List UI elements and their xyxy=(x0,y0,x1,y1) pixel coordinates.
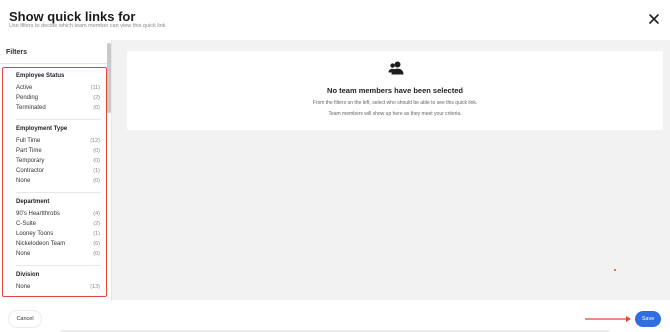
filter-option-label: Temporary xyxy=(16,158,45,164)
filter-group-title: Department xyxy=(16,199,50,205)
filter-option-count: (0) xyxy=(93,105,100,111)
filter-option-temporary[interactable]: Temporary (0) xyxy=(3,158,105,168)
filter-option-count: (12) xyxy=(90,138,100,144)
filter-group-title: Employment Type xyxy=(16,126,68,132)
filter-option-pending[interactable]: Pending (2) xyxy=(3,95,105,105)
save-button[interactable]: Save xyxy=(635,311,661,327)
annotation-dot xyxy=(614,269,616,271)
filter-option-contractor[interactable]: Contractor (1) xyxy=(3,168,105,178)
filter-option-label: C-Suite xyxy=(16,221,37,227)
filter-option-nickelodeon-team[interactable]: Nickelodeon Team (6) xyxy=(3,241,105,251)
filter-option-count: (0) xyxy=(93,148,100,154)
filter-option-none[interactable]: None (13) xyxy=(3,284,105,294)
filter-option-c-suite[interactable]: C-Suite (2) xyxy=(3,221,105,231)
filter-option-count: (4) xyxy=(93,211,100,217)
modal-title: Show quick links for xyxy=(9,9,136,24)
filter-group-title: Division xyxy=(16,272,40,278)
filter-option-count: (1) xyxy=(93,231,100,237)
filter-option-label: Contractor xyxy=(16,168,45,174)
modal-footer: Cancel Save xyxy=(0,300,670,332)
filter-option-terminated[interactable]: Terminated (0) xyxy=(3,105,105,115)
filter-option-count: (13) xyxy=(90,284,100,290)
filters-divider xyxy=(0,63,112,64)
close-button[interactable] xyxy=(648,13,660,25)
group-divider xyxy=(16,119,101,120)
sidebar-scrollbar[interactable] xyxy=(107,43,111,113)
modal-header: Show quick links for Use filters to deci… xyxy=(0,0,670,40)
filter-option-none[interactable]: None (0) xyxy=(3,251,105,261)
filter-option-count: (11) xyxy=(90,85,100,91)
empty-state-hint: Team members will show up here as they m… xyxy=(328,111,462,117)
filter-option-count: (1) xyxy=(93,168,100,174)
filter-option-count: (0) xyxy=(93,178,100,184)
filter-option-label: Active xyxy=(16,85,33,91)
selected-members-panel: No team members have been selected From … xyxy=(112,40,670,300)
filter-option-looney-toons[interactable]: Looney Toons (1) xyxy=(3,231,105,241)
filter-option-count: (0) xyxy=(93,251,100,257)
filter-option-label: None xyxy=(16,251,31,257)
filter-option-label: 90's Heartthrobs xyxy=(16,211,60,217)
filter-option-label: Part Time xyxy=(16,148,42,154)
filters-sidebar: Filters Employee Status Active (11) Pend… xyxy=(0,40,112,300)
modal-subtitle: Use filters to decide which team member … xyxy=(9,23,166,29)
filter-group-title: Employee Status xyxy=(16,73,65,79)
filter-option-part-time[interactable]: Part Time (0) xyxy=(3,148,105,158)
team-members-icon xyxy=(388,61,404,75)
filter-option-active[interactable]: Active (11) xyxy=(3,85,105,95)
filter-option-full-time[interactable]: Full Time (12) xyxy=(3,138,105,148)
filter-option-label: Looney Toons xyxy=(16,231,54,237)
filter-option-label: Terminated xyxy=(16,105,46,111)
filter-option-count: (2) xyxy=(93,221,100,227)
filter-option-label: None xyxy=(16,284,31,290)
filter-groups-highlight: Employee Status Active (11) Pending (2) … xyxy=(2,67,107,297)
filter-option-count: (6) xyxy=(93,241,100,247)
group-divider xyxy=(16,192,101,193)
filter-option-label: Full Time xyxy=(16,138,41,144)
empty-state-card: No team members have been selected From … xyxy=(127,51,663,130)
filter-option-label: Nickelodeon Team xyxy=(16,241,66,247)
empty-state-description: From the filters on the left, select who… xyxy=(312,100,478,106)
cancel-button[interactable]: Cancel xyxy=(9,311,41,327)
filter-option-none[interactable]: None (0) xyxy=(3,178,105,188)
filter-option-label: Pending xyxy=(16,95,39,101)
filter-option-label: None xyxy=(16,178,31,184)
filter-option-count: (2) xyxy=(93,95,100,101)
annotation-arrow-icon xyxy=(584,314,634,324)
filter-option-count: (0) xyxy=(93,158,100,164)
group-divider xyxy=(16,265,101,266)
filters-title: Filters xyxy=(6,49,28,56)
close-icon xyxy=(649,14,659,24)
filter-option-90s-heartthrobs[interactable]: 90's Heartthrobs (4) xyxy=(3,211,105,221)
empty-state-title: No team members have been selected xyxy=(327,86,463,95)
